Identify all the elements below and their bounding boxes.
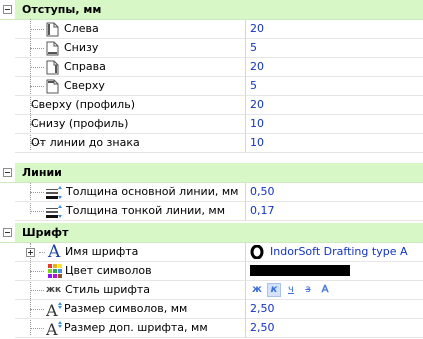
property-value[interactable]: 0,50 (246, 183, 423, 202)
property-value: ж к ч з A (246, 281, 423, 300)
color-swatch (250, 265, 350, 276)
bold-button[interactable]: ж (250, 283, 264, 297)
property-row-font-color[interactable]: Цвет символов (0, 262, 423, 281)
property-label: Сверху (64, 79, 105, 92)
font-a-icon: A (48, 242, 61, 262)
property-row-left[interactable]: Слева 20 (0, 20, 423, 39)
category-font[interactable]: Шрифт (0, 223, 423, 243)
svg-text:A: A (46, 301, 58, 317)
opentype-font-icon (250, 244, 264, 260)
category-lines[interactable]: Линии (0, 163, 423, 183)
outline-button[interactable]: A (318, 283, 332, 297)
property-label: Справа (64, 60, 106, 73)
property-value[interactable]: 10 (246, 134, 423, 153)
property-label: Слева (64, 22, 99, 35)
strikethrough-button[interactable]: з (301, 283, 315, 297)
property-value[interactable]: IndorSoft Drafting type A (246, 243, 423, 262)
property-label: Сверху (профиль) (31, 98, 135, 111)
property-row-font-style[interactable]: жк Стиль шрифта ж к ч з A (0, 281, 423, 300)
property-row-right[interactable]: Справа 20 (0, 58, 423, 77)
property-value[interactable] (246, 262, 423, 281)
font-size-icon: A (46, 320, 62, 336)
collapse-icon[interactable] (3, 168, 12, 177)
color-palette-icon (48, 264, 62, 281)
expand-icon[interactable] (26, 248, 35, 257)
property-value[interactable]: 5 (246, 77, 423, 96)
category-label: Линии (22, 166, 62, 179)
line-width-icon (45, 204, 63, 219)
category-label: Шрифт (22, 226, 69, 239)
property-grid: Отступы, мм Слева 20 Снизу 5 Справа 20 С… (0, 0, 423, 339)
property-value[interactable]: 2,50 (246, 300, 423, 319)
page-right-icon (46, 60, 59, 75)
collapse-icon[interactable] (3, 228, 12, 237)
property-row-top-profile[interactable]: Сверху (профиль) 20 (0, 96, 423, 115)
font-style-icon: жк (46, 285, 62, 295)
page-left-icon (46, 22, 59, 37)
property-label: От линии до знака (31, 136, 140, 149)
category-indents[interactable]: Отступы, мм (0, 0, 423, 20)
property-label: Стиль шрифта (65, 283, 150, 296)
category-label: Отступы, мм (22, 3, 102, 16)
property-label: Цвет символов (65, 264, 152, 277)
property-value[interactable]: 20 (246, 58, 423, 77)
line-width-icon (45, 185, 63, 200)
property-label: Толщина основной линии, мм (66, 185, 239, 198)
property-label: Имя шрифта (65, 245, 139, 258)
property-value[interactable]: 5 (246, 39, 423, 58)
property-row-font-name[interactable]: A Имя шрифта IndorSoft Drafting type A (0, 243, 423, 262)
property-value[interactable]: 10 (246, 115, 423, 134)
page-bottom-icon (46, 41, 59, 56)
property-label: Снизу (профиль) (31, 117, 129, 130)
property-row-main-line-width[interactable]: Толщина основной линии, мм 0,50 (0, 183, 423, 202)
property-label: Снизу (64, 41, 99, 54)
property-label: Размер символов, мм (64, 302, 188, 315)
collapse-icon[interactable] (3, 5, 12, 14)
property-row-font-size[interactable]: A Размер символов, мм 2,50 (0, 300, 423, 319)
property-label: Толщина тонкой линии, мм (66, 204, 226, 217)
page-top-icon (46, 79, 59, 94)
property-value[interactable]: 2,50 (246, 319, 423, 338)
underline-button[interactable]: ч (284, 283, 298, 297)
property-row-bottom[interactable]: Снизу 5 (0, 39, 423, 58)
font-size-icon: A (46, 301, 62, 317)
property-row-bottom-profile[interactable]: Снизу (профиль) 10 (0, 115, 423, 134)
svg-text:A: A (46, 320, 58, 336)
property-row-thin-line-width[interactable]: Толщина тонкой линии, мм 0,17 (0, 202, 423, 221)
property-row-extra-font-size[interactable]: A Размер доп. шрифта, мм 2,50 (0, 319, 423, 338)
property-value[interactable]: 0,17 (246, 202, 423, 221)
property-value[interactable]: 20 (246, 20, 423, 39)
property-row-top[interactable]: Сверху 5 (0, 77, 423, 96)
italic-button[interactable]: к (267, 283, 281, 297)
property-label: Размер доп. шрифта, мм (64, 321, 208, 334)
property-value[interactable]: 20 (246, 96, 423, 115)
property-row-line-to-sign[interactable]: От линии до знака 10 (0, 134, 423, 153)
